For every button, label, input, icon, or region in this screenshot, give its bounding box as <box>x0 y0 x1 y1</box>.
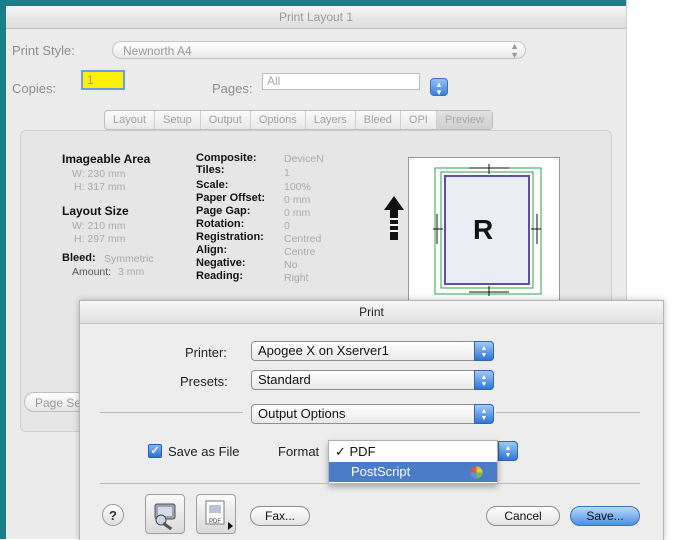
copies-value: 1 <box>87 73 94 87</box>
printer-value: Apogee X on Xserver1 <box>258 343 389 358</box>
settings-value: Right <box>284 272 309 284</box>
pdf-icon-label: PDF <box>209 519 221 525</box>
help-button[interactable]: ? <box>102 504 124 526</box>
layout-size-heading: Layout Size <box>62 204 129 218</box>
settings-label: Negative: <box>196 257 246 269</box>
layout-height: H: 297 mm <box>74 233 126 245</box>
separator <box>100 483 640 484</box>
page-preview: R <box>408 157 560 302</box>
tab-setup[interactable]: Setup <box>155 111 201 129</box>
updown-arrows-icon: ▲ ▼ <box>474 370 494 390</box>
printer-popup[interactable]: Apogee X on Xserver1 ▲ ▼ <box>251 341 494 361</box>
presets-label: Presets: <box>180 374 228 389</box>
updown-arrows-icon: ▲ ▼ <box>498 441 518 461</box>
preview-letter: R <box>473 214 494 245</box>
settings-value: Centred <box>284 233 322 245</box>
save-button[interactable]: Save... <box>570 506 640 526</box>
presets-value: Standard <box>258 372 311 387</box>
pdf-document-icon <box>205 500 233 530</box>
settings-label: Tiles: <box>196 164 225 176</box>
settings-value: 1 <box>284 167 290 179</box>
settings-label: Page Gap: <box>196 205 251 217</box>
updown-arrows-icon: ▲ ▼ <box>474 341 494 361</box>
checkmark-icon: ✓ <box>150 445 160 457</box>
save-label: Save... <box>586 509 624 523</box>
settings-label: Registration: <box>196 231 264 243</box>
tab-preview[interactable]: Preview <box>436 111 492 129</box>
settings-label: Paper Offset: <box>196 192 266 204</box>
layout-tabs: Layout Setup Output Options Layers Bleed… <box>104 110 493 130</box>
fax-label: Fax... <box>264 509 295 523</box>
cancel-button[interactable]: Cancel <box>486 506 560 526</box>
updown-arrows-icon: ▲ ▼ <box>510 41 519 60</box>
print-style-popup[interactable]: Newnorth A4 ▲ ▼ <box>112 41 526 60</box>
panel-value: Output Options <box>258 406 346 421</box>
pages-field[interactable]: All <box>262 73 420 90</box>
copies-field[interactable]: 1 <box>81 70 125 90</box>
tab-bleed[interactable]: Bleed <box>356 111 401 129</box>
settings-label: Align: <box>196 244 228 256</box>
settings-value: DeviceN <box>284 153 324 165</box>
layout-width: W: 210 mm <box>72 220 126 232</box>
pages-popup-button[interactable]: ▲ ▼ <box>430 78 448 97</box>
settings-value: Centre <box>284 246 316 258</box>
settings-label: Composite: <box>196 152 257 164</box>
copies-label: Copies: <box>12 81 57 96</box>
settings-label: Reading: <box>196 270 244 282</box>
separator <box>100 412 243 413</box>
pdf-button[interactable]: PDF <box>196 494 236 534</box>
pages-value: All <box>267 74 281 88</box>
imageable-area-heading: Imageable Area <box>62 152 151 166</box>
amount-label: Amount: <box>72 266 112 278</box>
settings-value: 0 mm <box>284 194 311 206</box>
format-label: Format <box>278 444 320 459</box>
print-style-label: Print Style: <box>12 43 75 58</box>
fax-button[interactable]: Fax... <box>250 506 310 526</box>
settings-value: 100% <box>284 181 311 193</box>
panel-popup[interactable]: Output Options ▲ ▼ <box>251 404 494 424</box>
preview-icon <box>154 503 176 531</box>
window-title: Print Layout 1 <box>6 6 626 29</box>
amount-value: 3 mm <box>118 266 145 278</box>
tab-output[interactable]: Output <box>201 111 251 129</box>
feed-direction-arrow-icon <box>384 196 404 240</box>
updown-arrows-icon: ▲ ▼ <box>474 404 494 424</box>
pages-label: Pages: <box>212 81 253 96</box>
menu-item-pdf[interactable]: ✓ PDF <box>329 442 497 462</box>
help-label: ? <box>109 508 117 523</box>
imageable-width: W: 230 mm <box>72 168 126 180</box>
tab-layout[interactable]: Layout <box>105 111 156 129</box>
menu-item-label: PostScript <box>351 464 411 479</box>
preview-button[interactable] <box>145 494 185 534</box>
menu-item-postscript[interactable]: PostScript <box>329 462 497 482</box>
colorsync-icon <box>470 466 483 479</box>
page-setup-label: Page Se <box>35 396 82 410</box>
settings-value: No <box>284 259 298 271</box>
separator <box>496 412 640 413</box>
settings-value: 0 <box>284 220 290 232</box>
imageable-height: H: 317 mm <box>74 181 126 193</box>
settings-label: Rotation: <box>196 218 245 230</box>
printer-label: Printer: <box>185 345 227 360</box>
cancel-label: Cancel <box>504 509 542 523</box>
print-style-value: Newnorth A4 <box>123 44 192 58</box>
settings-value: 0 mm <box>284 207 311 219</box>
save-as-file-label: Save as File <box>168 444 240 459</box>
bleed-label: Bleed: <box>62 252 96 264</box>
print-dialog-title: Print <box>80 301 663 324</box>
bleed-value: Symmetric <box>104 253 154 265</box>
checkmark-icon: ✓ <box>335 444 350 459</box>
save-as-file-checkbox[interactable]: ✓ <box>148 444 162 458</box>
settings-label: Scale: <box>196 179 229 191</box>
presets-popup[interactable]: Standard ▲ ▼ <box>251 370 494 390</box>
tab-layers[interactable]: Layers <box>306 111 356 129</box>
format-menu: ✓ PDF PostScript <box>328 440 498 484</box>
tab-opi[interactable]: OPI <box>401 111 437 129</box>
tab-options[interactable]: Options <box>251 111 306 129</box>
updown-arrows-icon: ▲ ▼ <box>435 80 443 97</box>
menu-item-label: PDF <box>349 444 376 459</box>
